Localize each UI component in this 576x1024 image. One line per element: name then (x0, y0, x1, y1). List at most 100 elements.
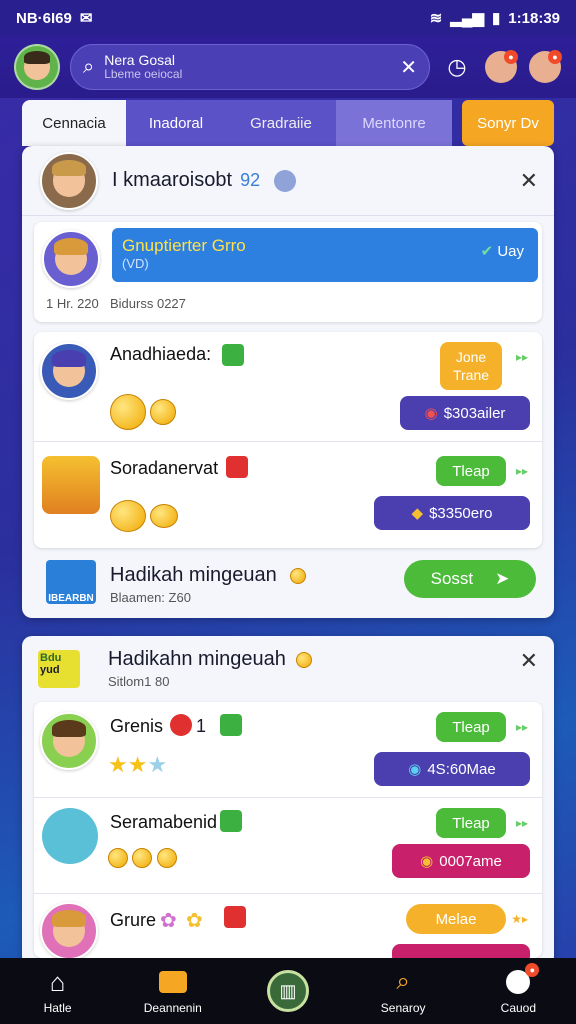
coin-row (110, 394, 177, 430)
tab-gradraiie[interactable]: Gradraiie (226, 100, 336, 146)
featured-right-label: Bidurss 0227 (110, 296, 186, 311)
chat-icon (158, 967, 188, 997)
tab-inadoral[interactable]: Inadoral (126, 100, 226, 146)
nav-search[interactable]: ⌕ Senaroy (355, 967, 451, 1015)
price-tag[interactable]: ◉ 0007ame (392, 844, 530, 878)
item-avatar-hat (51, 350, 87, 367)
price-tag[interactable]: ◆ $3350ero (374, 496, 530, 530)
gift-icon (224, 906, 246, 928)
nav-chat[interactable]: Deannenin (125, 967, 221, 1015)
footer-row[interactable]: IBEARBN Hadikah mingeuan Blaamen: Z60 So… (34, 552, 542, 612)
flower-icon: ✿ (160, 910, 177, 932)
footer-sub: Blaamen: Z60 (110, 590, 191, 605)
close-icon[interactable]: ✕ (520, 168, 538, 194)
header-avatar-hat (51, 159, 87, 177)
list-item[interactable]: Grenis 1 ★★★ Tleap ▸▸ ◉ 4S:60Mae (34, 702, 542, 798)
clock: 1:18:39 (508, 9, 560, 27)
star-row: ★★★ (108, 752, 167, 778)
star-icon: ★ (147, 752, 168, 777)
clock-icon: ◷ (447, 54, 467, 79)
bottom-nav: ⌂ Hatle Deannenin ▥ ⌕ Senaroy ● Cauod (0, 958, 576, 1024)
tab-sonyr[interactable]: Sonyr Dv (462, 100, 554, 146)
item-avatar (40, 712, 98, 770)
avatar-hair (23, 51, 51, 64)
close-icon[interactable]: ✕ (520, 648, 538, 674)
nav-home[interactable]: ⌂ Hatle (10, 966, 106, 1016)
send-button[interactable]: Sosst ➤ (404, 560, 536, 598)
chevron-icon: ▸▸ (515, 816, 528, 830)
signal-icon: ▂▄▆ (450, 10, 485, 27)
chevron-icon: ▸▸ (515, 464, 528, 478)
list-item[interactable]: Grure ✿ ✿ Melae ★▸ (34, 894, 542, 958)
nav-shop[interactable]: ▥ (240, 970, 336, 1012)
tab-cennacia[interactable]: Cennacia (22, 100, 126, 146)
join-button[interactable]: Jone Trane (440, 342, 502, 390)
coin-icon (110, 500, 146, 532)
item-avatar-hat (51, 910, 87, 927)
top-bar: ⌕ Nera Gosal Lbeme oeiocal ✕ ◷ ● ● (0, 36, 576, 98)
tab-bar: Cennacia Inadoral Gradraiie Mentonre Son… (22, 100, 554, 146)
friend2-button[interactable]: ● (528, 50, 562, 84)
price-tag[interactable]: ◉ $303ailer (400, 396, 530, 430)
price-icon: ◉ (408, 761, 422, 778)
item-avatar-hair (51, 720, 87, 737)
timer-button[interactable]: ◷ (440, 50, 474, 84)
footer-logo: IBEARBN (46, 560, 96, 604)
profile-avatar[interactable] (14, 44, 60, 90)
price-text: 0007ame (439, 852, 502, 870)
nav-search-label: Senaroy (380, 1001, 426, 1015)
price-icon: ◉ (424, 405, 438, 422)
chevron-icon: ▸▸ (515, 720, 528, 734)
search-subtitle: Lbeme oeiocal (104, 67, 183, 81)
logo-line1: Bdu (40, 652, 62, 664)
banner-sub: (VD) (122, 256, 149, 271)
item-name: Seramabenid (110, 812, 218, 832)
notification-icon: ✉ (79, 10, 93, 27)
featured-card[interactable]: Gnuptierter Grro (VD) ✔ Uay 1 Hr. 220 Bi… (34, 222, 542, 322)
check-icon: ✔ (480, 243, 494, 260)
profile-alert-dot: ● (525, 963, 540, 977)
tab-mentonre[interactable]: Mentonre (336, 100, 452, 146)
flower-gold-icon: ✿ (186, 910, 203, 932)
clear-icon[interactable]: ✕ (400, 55, 417, 80)
price-text: 4S:60Mae (427, 760, 496, 778)
banner-action[interactable]: ✔ Uay (481, 242, 524, 260)
profile-icon: ● (503, 963, 540, 997)
search-bar[interactable]: ⌕ Nera Gosal Lbeme oeiocal ✕ (70, 44, 430, 90)
send-label: Sosst (430, 569, 474, 588)
alert2-dot: ● (548, 50, 562, 64)
item-avatar (40, 902, 98, 958)
tleap-button[interactable]: Tleap (436, 712, 506, 742)
star-icon: ★ (127, 752, 148, 777)
nav-profile[interactable]: ● Cauod (470, 963, 566, 1015)
header-title: I kmaaroisobt (112, 169, 233, 191)
nav-chat-label: Deannenin (143, 1001, 202, 1015)
coin-row (108, 848, 177, 868)
treasure-chest-icon (42, 456, 100, 514)
price-tag[interactable]: ◉ 4S:60Mae (374, 752, 530, 786)
section-title: Hadikahn mingeuah (108, 648, 286, 670)
gift-icon (220, 714, 242, 736)
featured-banner[interactable]: Gnuptierter Grro (VD) ✔ Uay (112, 228, 538, 282)
battery-icon: ▮ (492, 10, 501, 27)
section-sub: Sitlom1 80 (108, 674, 170, 689)
footer-title: Hadikah mingeuan (110, 564, 277, 586)
price-tag[interactable] (392, 944, 530, 958)
tleap-button[interactable]: Tleap (436, 456, 506, 486)
info-icon[interactable] (274, 169, 297, 192)
gift-icon (222, 344, 244, 366)
home-icon: ⌂ (49, 966, 66, 997)
item-name: Anadhiaeda: (110, 344, 212, 364)
badge-icon (170, 714, 192, 736)
list-item[interactable]: Soradanervat Tleap ▸▸ ◆ $3350ero (34, 442, 542, 548)
coin-icon (296, 652, 312, 668)
melae-button[interactable]: Melae (406, 904, 506, 934)
crate-icon (42, 808, 98, 864)
tleap-button[interactable]: Tleap (436, 808, 506, 838)
friend-button[interactable]: ● (484, 50, 518, 84)
gift-icon (226, 456, 248, 478)
list-item[interactable]: Seramabenid Tleap ▸▸ ◉ 0007ame (34, 798, 542, 894)
list-item[interactable]: Anadhiaeda: Jone Trane ▸▸ ◉ $303ailer (34, 332, 542, 442)
logo-line2: yud (40, 664, 60, 676)
price-text: $3350ero (429, 504, 493, 522)
